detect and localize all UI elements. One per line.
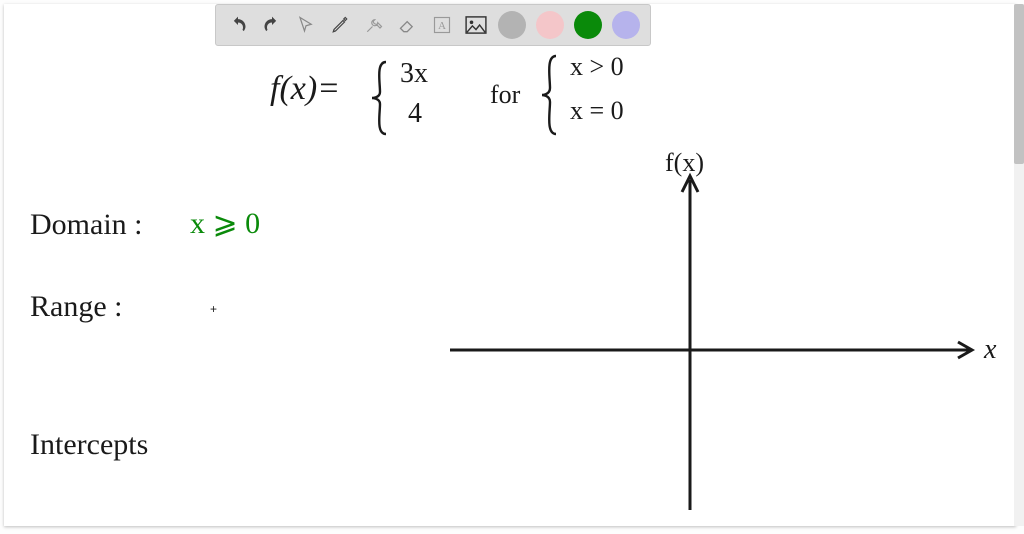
range-label: Range : [30,290,122,324]
pencil-tool[interactable] [324,9,356,41]
toolbar: A [215,4,651,46]
swatch-purple[interactable] [612,11,640,39]
scroll-thumb[interactable] [1014,4,1024,164]
pointer-tool[interactable] [290,9,322,41]
tools-button[interactable] [358,9,390,41]
piece-1-value: 3x [400,58,428,90]
text-tool[interactable]: A [426,9,458,41]
svg-text:A: A [438,20,446,32]
piece-2-value: 4 [408,98,422,130]
image-tool[interactable] [460,9,492,41]
vertical-scrollbar[interactable] [1014,4,1024,526]
domain-label: Domain : [30,208,143,242]
x-axis-label: x [984,334,996,366]
intercepts-label: Intercepts [30,428,148,462]
condition-1: x > 0 [570,52,624,82]
swatch-gray[interactable] [498,11,526,39]
for-label: for [490,80,520,110]
swatch-pink[interactable] [536,11,564,39]
eraser-tool[interactable] [392,9,424,41]
condition-2: x = 0 [570,96,624,126]
function-lhs: f(x)= [270,70,340,108]
brace-left-1 [370,58,392,138]
undo-button[interactable] [222,9,254,41]
domain-value: x ⩾ 0 [190,206,260,241]
redo-button[interactable] [256,9,288,41]
y-axis-label: f(x) [665,148,704,178]
brace-left-2 [540,52,562,138]
swatch-green[interactable] [574,11,602,39]
cursor-mark: + [210,302,217,316]
axes-graph [440,160,1000,520]
